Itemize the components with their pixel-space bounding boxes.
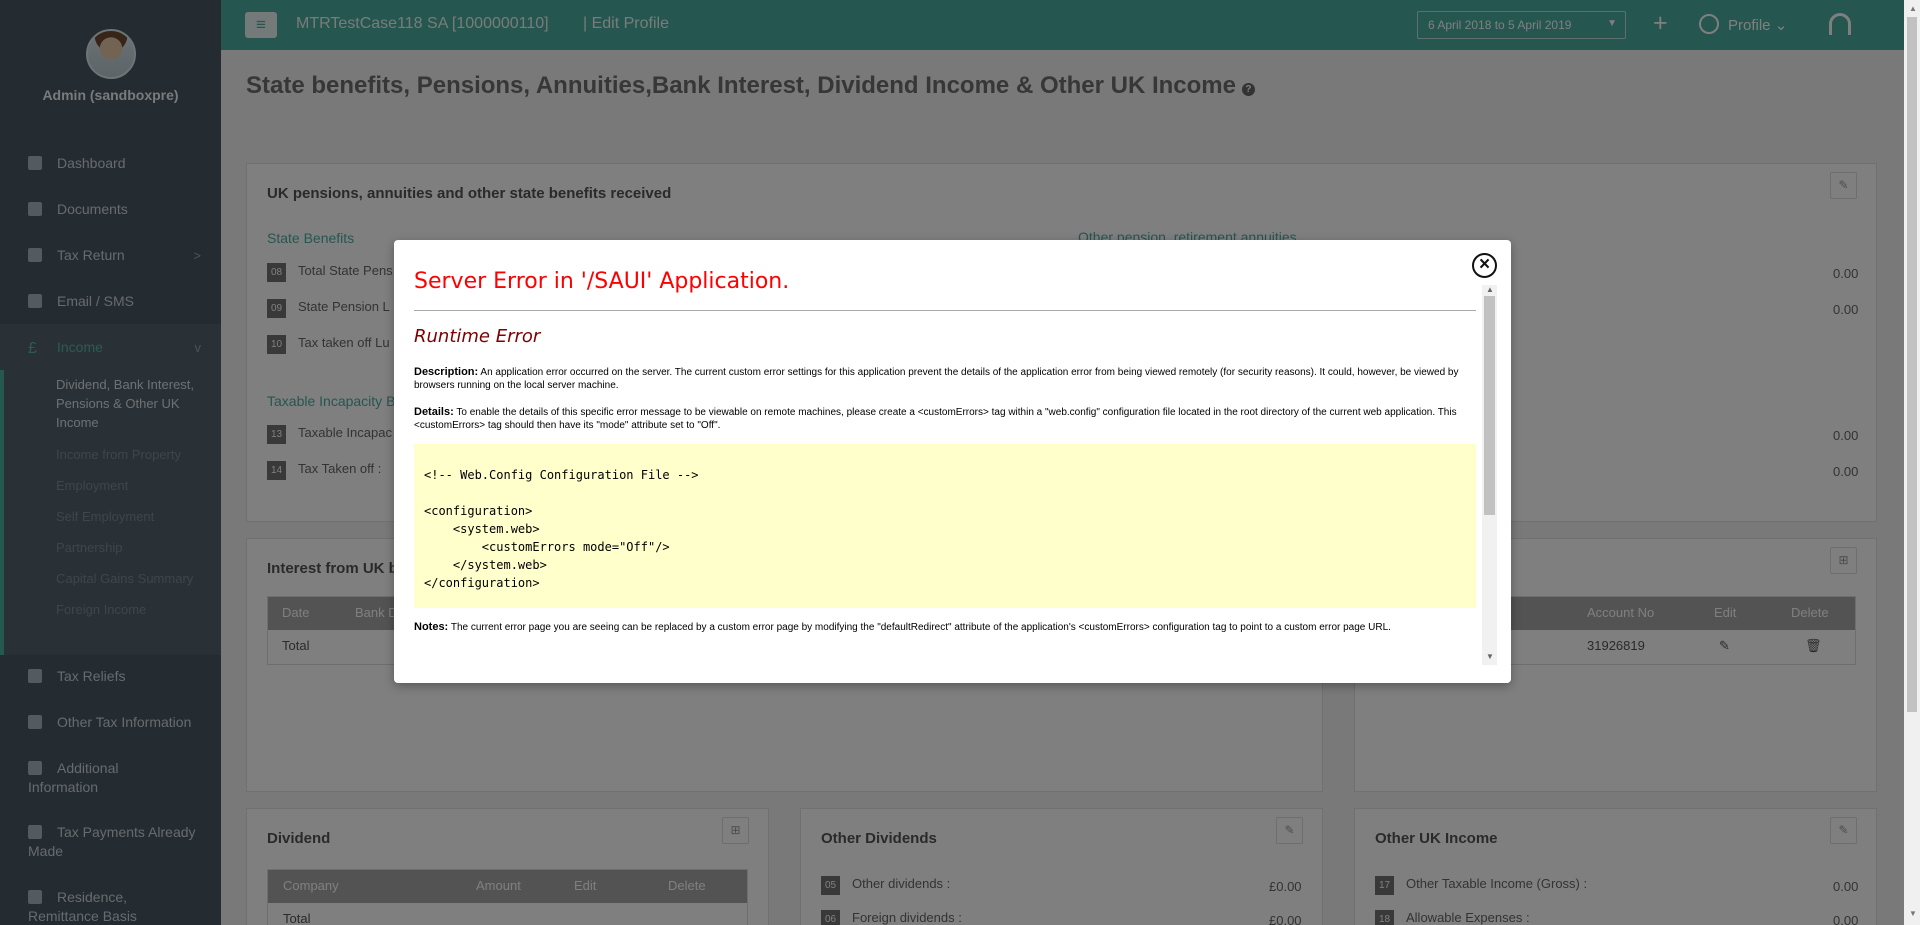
error-subtitle: Runtime Error bbox=[414, 326, 541, 347]
scroll-down-icon[interactable]: ▼ bbox=[1909, 909, 1917, 918]
description-label: Description: bbox=[414, 366, 479, 378]
close-button[interactable]: × bbox=[1472, 253, 1497, 278]
scroll-up-icon[interactable]: ▲ bbox=[1486, 285, 1494, 294]
notes-text: The current error page you are seeing ca… bbox=[450, 622, 1391, 633]
scroll-down-icon[interactable]: ▼ bbox=[1486, 652, 1494, 661]
scrollbar-thumb[interactable] bbox=[1484, 296, 1495, 515]
modal-scrollbar[interactable]: ▲ ▼ bbox=[1482, 285, 1497, 665]
error-modal: × Server Error in '/SAUI' Application. R… bbox=[394, 240, 1511, 683]
description: Description: An application error occurr… bbox=[414, 366, 1474, 392]
details-label: Details: bbox=[414, 406, 454, 418]
scroll-up-icon[interactable]: ▲ bbox=[1909, 4, 1917, 13]
notes: Notes: The current error page you are se… bbox=[414, 621, 1474, 634]
description-text: An application error occurred on the ser… bbox=[414, 367, 1459, 391]
divider bbox=[414, 310, 1476, 311]
details: Details: To enable the details of this s… bbox=[414, 406, 1474, 432]
error-title: Server Error in '/SAUI' Application. bbox=[414, 269, 790, 294]
notes-label: Notes: bbox=[414, 621, 449, 633]
config-code-block: <!-- Web.Config Configuration File --> <… bbox=[414, 444, 1476, 608]
page-scrollbar[interactable]: ▲ ▼ bbox=[1904, 0, 1920, 925]
details-text: To enable the details of this specific e… bbox=[414, 407, 1457, 431]
scrollbar-thumb[interactable] bbox=[1907, 17, 1917, 712]
